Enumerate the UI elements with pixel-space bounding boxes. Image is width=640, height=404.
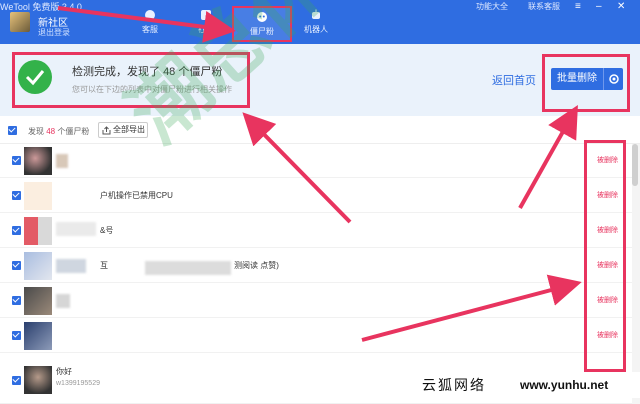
blurred-name	[56, 259, 86, 273]
avatar	[24, 287, 52, 315]
avatar	[24, 252, 52, 280]
blurred-name	[56, 154, 68, 168]
row-id: w1399195529	[56, 380, 100, 387]
row-checkbox[interactable]	[12, 191, 21, 200]
export-all-label: 全部导出	[113, 125, 145, 134]
list-item: 被删除	[0, 144, 632, 178]
check-icon	[18, 60, 52, 94]
close-icon[interactable]: ✕	[617, 1, 625, 12]
found-count-label: 发现 48 个僵尸粉	[28, 126, 89, 137]
avatar[interactable]	[10, 12, 30, 32]
gear-icon	[609, 74, 619, 84]
list-item: &号 被删除	[0, 214, 632, 248]
site-url: www.yunhu.net	[520, 378, 609, 392]
row-text: &号	[100, 226, 114, 235]
highlight-box-deleted	[584, 140, 626, 372]
row-text: 户机操作已禁用CPU	[100, 191, 173, 200]
list-item: 被删除	[0, 319, 632, 353]
site-name: 云狐网络	[422, 377, 486, 393]
settings-icon[interactable]: ≡	[575, 1, 581, 12]
help-link[interactable]: 功能大全	[476, 1, 508, 12]
logout-link[interactable]: 退出登录	[38, 27, 70, 38]
avatar	[24, 322, 52, 350]
avatar	[24, 147, 52, 175]
list-toolbar	[0, 116, 640, 144]
row-checkbox[interactable]	[12, 376, 21, 385]
headset-icon	[145, 10, 155, 20]
batch-settings-button[interactable]	[603, 68, 623, 90]
scroll-thumb[interactable]	[632, 144, 638, 186]
minimize-icon[interactable]: –	[596, 1, 602, 12]
row-checkbox[interactable]	[12, 261, 21, 270]
back-home-link[interactable]: 返回首页	[492, 72, 536, 88]
found-count: 48	[46, 127, 56, 136]
found-suffix: 个僵尸粉	[57, 127, 90, 136]
avatar	[24, 217, 52, 245]
avatar	[24, 182, 52, 210]
contact-link[interactable]: 联系客服	[528, 1, 560, 12]
row-checkbox[interactable]	[12, 156, 21, 165]
list-item: 被删除	[0, 284, 632, 318]
row-text: 互	[100, 261, 108, 270]
avatar	[24, 366, 52, 394]
found-prefix: 发现	[28, 127, 44, 136]
row-checkbox[interactable]	[12, 296, 21, 305]
select-all-checkbox[interactable]	[8, 126, 17, 135]
row-name: 你好	[56, 367, 72, 376]
export-icon	[102, 126, 111, 135]
blurred-text	[145, 261, 231, 275]
blurred-name	[56, 294, 70, 308]
row-checkbox[interactable]	[12, 331, 21, 340]
list-item: 互 测阅读 点赞) 被删除	[0, 249, 632, 283]
row-checkbox[interactable]	[12, 226, 21, 235]
row-text-extra: 测阅读 点赞)	[234, 261, 279, 270]
blurred-name	[56, 222, 96, 236]
list-item: 户机操作已禁用CPU 被删除	[0, 179, 632, 213]
batch-delete-button[interactable]: 批量删除	[551, 68, 603, 90]
